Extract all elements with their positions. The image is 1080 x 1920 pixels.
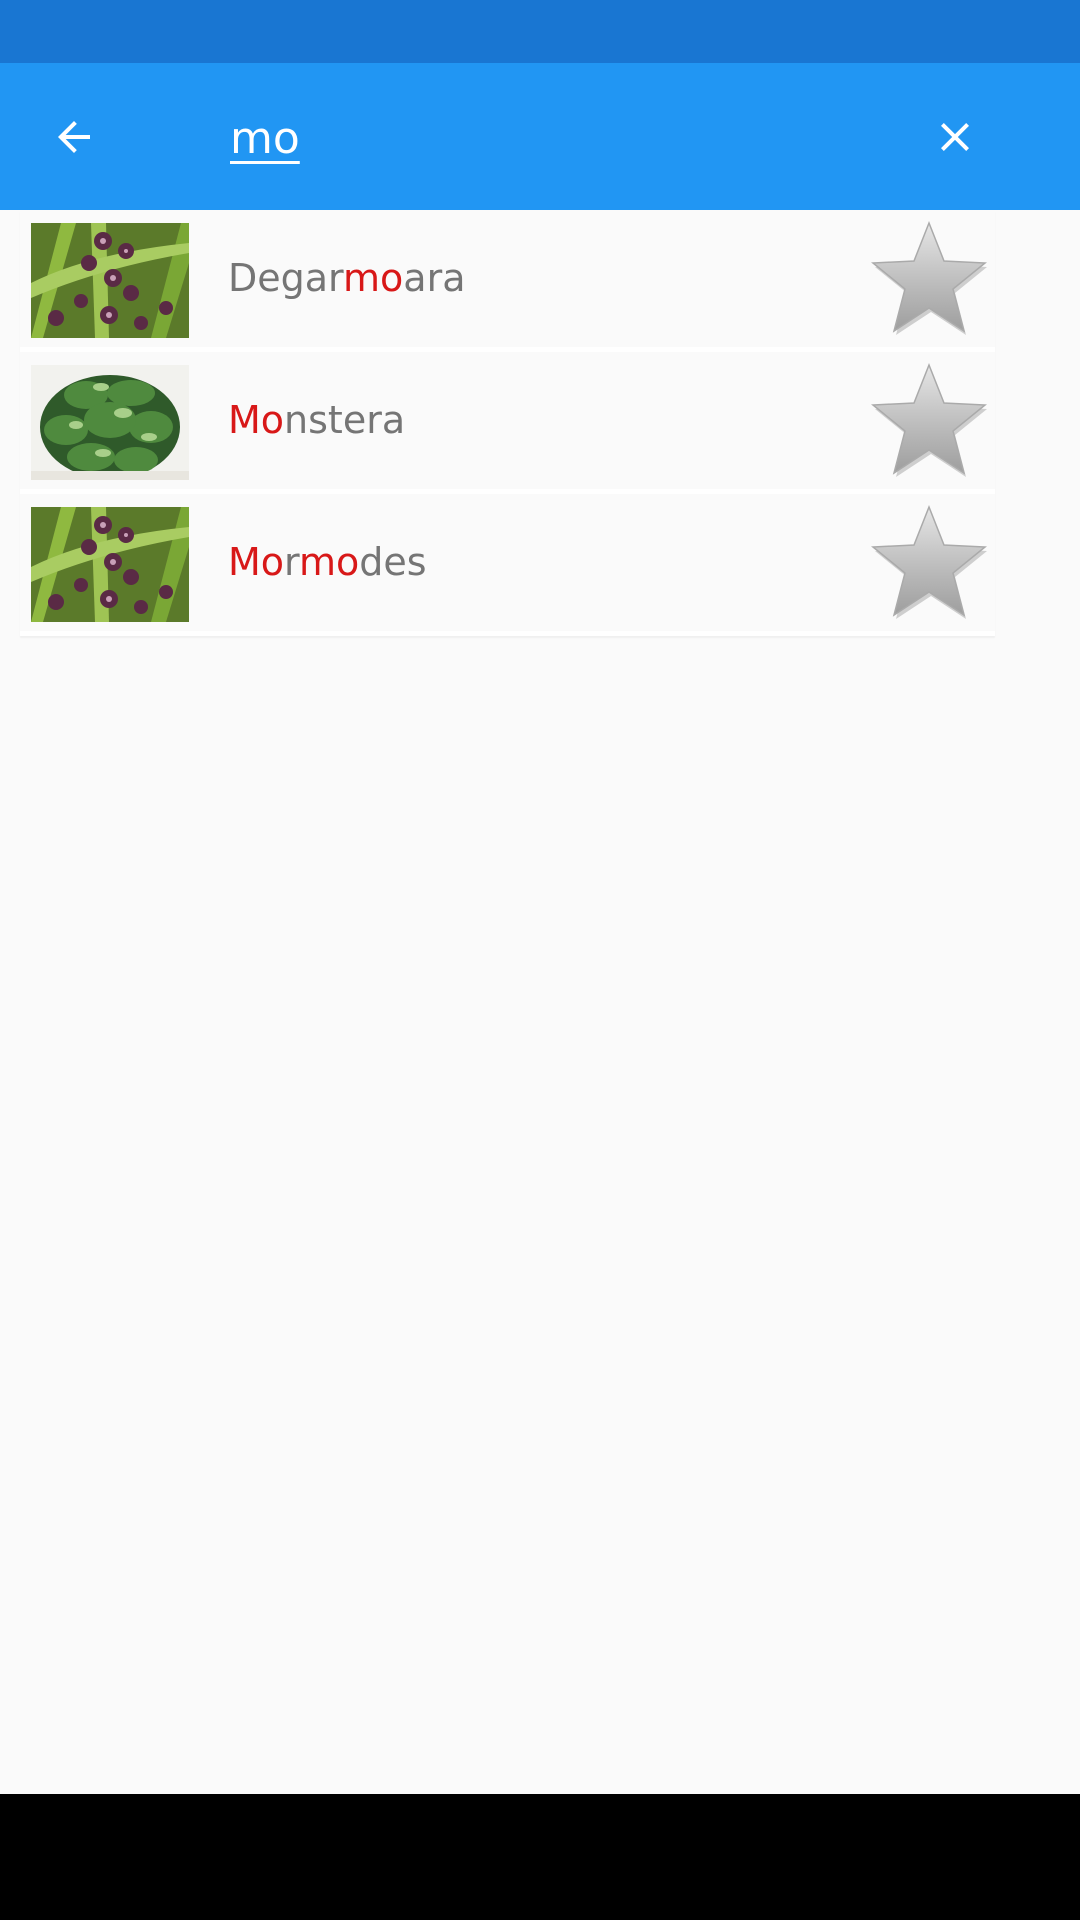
favorite-button[interactable] bbox=[867, 359, 991, 483]
results-list: Degarmoara Monstera Mormodes bbox=[20, 210, 995, 636]
clear-search-button[interactable] bbox=[914, 101, 996, 173]
star-icon bbox=[871, 362, 987, 477]
result-name: Monstera bbox=[228, 398, 406, 442]
navigation-bar bbox=[0, 1794, 1080, 1920]
status-bar bbox=[0, 0, 1080, 63]
list-item[interactable]: Degarmoara bbox=[20, 210, 995, 352]
star-icon bbox=[871, 220, 987, 335]
back-button[interactable] bbox=[30, 101, 118, 173]
monstera-thumbnail bbox=[31, 365, 189, 480]
list-item[interactable]: Monstera bbox=[20, 352, 995, 494]
search-toolbar bbox=[0, 63, 1080, 210]
arrow-left-icon bbox=[58, 121, 90, 153]
star-icon bbox=[871, 504, 987, 619]
result-name: Mormodes bbox=[228, 540, 427, 584]
list-item[interactable]: Mormodes bbox=[20, 494, 995, 636]
close-icon bbox=[941, 123, 969, 151]
favorite-button[interactable] bbox=[867, 217, 991, 341]
orchid-thumbnail bbox=[31, 223, 189, 338]
orchid-thumbnail bbox=[31, 507, 189, 622]
search-input[interactable] bbox=[228, 103, 832, 173]
result-name: Degarmoara bbox=[228, 256, 466, 300]
favorite-button[interactable] bbox=[867, 501, 991, 625]
